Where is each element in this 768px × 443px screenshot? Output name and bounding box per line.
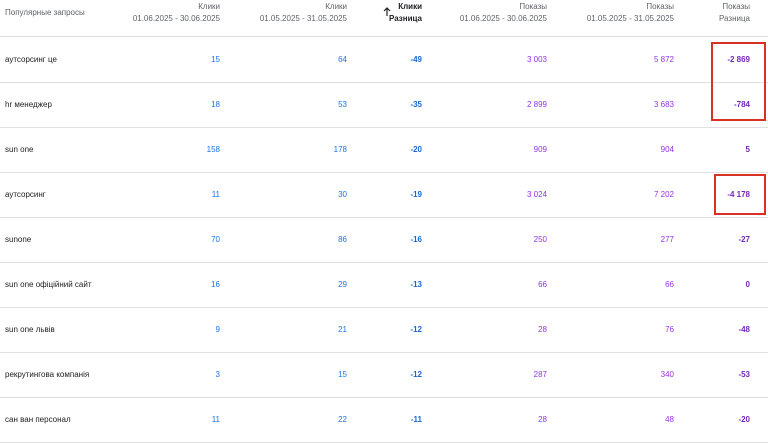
header-impressions-current-period: 01.06.2025 - 30.06.2025: [459, 14, 547, 23]
query-cell[interactable]: аутсорсинг: [5, 172, 46, 217]
impressions-previous-cell: 66: [665, 280, 674, 289]
clicks-current-cell: 9: [215, 325, 220, 334]
table-row[interactable]: sun one львів 9 21 -12 28 76 -48: [0, 307, 768, 353]
table-row[interactable]: аутсорсинг це 15 64 -49 3 003 5 872 -2 8…: [0, 37, 768, 83]
query-cell[interactable]: sunone: [5, 217, 31, 262]
header-impressions-current-title: Показы: [519, 2, 547, 11]
header-clicks-previous-title: Клики: [325, 2, 347, 11]
clicks-difference-cell: -12: [410, 370, 422, 379]
header-clicks-current-period: 01.06.2025 - 30.06.2025: [132, 14, 220, 23]
impressions-current-cell: 250: [533, 235, 547, 244]
table-row[interactable]: sun one 158 178 -20 909 904 5: [0, 127, 768, 173]
table-row[interactable]: hr менеджер 18 53 -35 2 899 3 683 -784: [0, 82, 768, 128]
impressions-difference-cell: -48: [738, 325, 750, 334]
header-queries-label: Популярные запросы: [5, 8, 85, 17]
clicks-difference-cell: -19: [410, 190, 422, 199]
header-impressions-previous[interactable]: Показы 01.05.2025 - 31.05.2025: [587, 1, 674, 25]
highlight-box: [714, 174, 766, 215]
header-impressions-difference-label: Разница: [718, 14, 750, 23]
header-clicks-difference-label: Разница: [389, 14, 422, 23]
table-row[interactable]: рекрутингова компанія 3 15 -12 287 340 -…: [0, 352, 768, 398]
clicks-difference-cell: -13: [410, 280, 422, 289]
clicks-previous-cell: 30: [338, 190, 347, 199]
clicks-previous-cell: 53: [338, 100, 347, 109]
clicks-current-cell: 16: [211, 280, 220, 289]
query-cell[interactable]: sun one львів: [5, 307, 55, 352]
table-row[interactable]: сан ван персонал 11 22 -11 28 48 -20: [0, 397, 768, 443]
header-clicks-difference[interactable]: Клики Разница: [389, 1, 422, 25]
impressions-current-cell: 3 003: [526, 55, 547, 64]
header-queries[interactable]: Популярные запросы: [5, 7, 85, 19]
table-row[interactable]: sun one офіційний сайт 16 29 -13 66 66 0: [0, 262, 768, 308]
clicks-current-cell: 18: [211, 100, 220, 109]
clicks-previous-cell: 29: [338, 280, 347, 289]
header-impressions-previous-title: Показы: [646, 2, 674, 11]
clicks-current-cell: 11: [211, 190, 220, 199]
impressions-previous-cell: 3 683: [653, 100, 674, 109]
header-clicks-previous[interactable]: Клики 01.05.2025 - 31.05.2025: [260, 1, 347, 25]
impressions-previous-cell: 7 202: [653, 190, 674, 199]
impressions-previous-cell: 904: [660, 145, 674, 154]
impressions-current-cell: 28: [538, 325, 547, 334]
query-cell[interactable]: рекрутингова компанія: [5, 352, 89, 397]
impressions-current-cell: 28: [538, 415, 547, 424]
impressions-current-cell: 909: [533, 145, 547, 154]
clicks-current-cell: 11: [211, 415, 220, 424]
clicks-previous-cell: 178: [333, 145, 347, 154]
clicks-previous-cell: 21: [338, 325, 347, 334]
impressions-previous-cell: 340: [660, 370, 674, 379]
clicks-previous-cell: 86: [338, 235, 347, 244]
header-impressions-previous-period: 01.05.2025 - 31.05.2025: [586, 14, 674, 23]
header-impressions-difference[interactable]: Показы Разница: [719, 1, 750, 25]
query-cell[interactable]: sun one: [5, 127, 33, 172]
query-cell[interactable]: сан ван персонал: [5, 397, 71, 442]
table-row[interactable]: аутсорсинг 11 30 -19 3 024 7 202 -4 178: [0, 172, 768, 218]
header-clicks-previous-period: 01.05.2025 - 31.05.2025: [259, 14, 347, 23]
impressions-previous-cell: 48: [665, 415, 674, 424]
table-row[interactable]: sunone 70 86 -16 250 277 -27: [0, 217, 768, 263]
query-cell[interactable]: hr менеджер: [5, 82, 52, 127]
clicks-difference-cell: -35: [410, 100, 422, 109]
impressions-difference-cell: -53: [738, 370, 750, 379]
header-impressions-difference-title: Показы: [722, 2, 750, 11]
clicks-current-cell: 70: [211, 235, 220, 244]
impressions-previous-cell: 76: [665, 325, 674, 334]
clicks-difference-cell: -16: [410, 235, 422, 244]
clicks-current-cell: 158: [206, 145, 220, 154]
clicks-current-cell: 15: [211, 55, 220, 64]
impressions-current-cell: 66: [538, 280, 547, 289]
clicks-current-cell: 3: [215, 370, 220, 379]
impressions-previous-cell: 277: [660, 235, 674, 244]
impressions-current-cell: 2 899: [526, 100, 547, 109]
header-impressions-current[interactable]: Показы 01.06.2025 - 30.06.2025: [460, 1, 547, 25]
impressions-difference-cell: -20: [738, 415, 750, 424]
header-clicks-current-title: Клики: [198, 2, 220, 11]
clicks-difference-cell: -12: [410, 325, 422, 334]
clicks-previous-cell: 15: [338, 370, 347, 379]
impressions-previous-cell: 5 872: [653, 55, 674, 64]
impressions-difference-cell: 5: [745, 145, 750, 154]
query-cell[interactable]: аутсорсинг це: [5, 37, 57, 82]
impressions-difference-cell: -27: [738, 235, 750, 244]
table-header: Популярные запросы Клики 01.06.2025 - 30…: [0, 0, 768, 37]
query-cell[interactable]: sun one офіційний сайт: [5, 262, 92, 307]
impressions-current-cell: 3 024: [526, 190, 547, 199]
clicks-previous-cell: 64: [338, 55, 347, 64]
header-clicks-difference-title: Клики: [398, 2, 422, 11]
impressions-current-cell: 287: [533, 370, 547, 379]
header-clicks-current[interactable]: Клики 01.06.2025 - 30.06.2025: [133, 1, 220, 25]
clicks-previous-cell: 22: [338, 415, 347, 424]
impressions-difference-cell: 0: [745, 280, 750, 289]
clicks-difference-cell: -49: [410, 55, 422, 64]
highlight-box: [711, 42, 766, 121]
clicks-difference-cell: -11: [410, 415, 422, 424]
clicks-difference-cell: -20: [410, 145, 422, 154]
